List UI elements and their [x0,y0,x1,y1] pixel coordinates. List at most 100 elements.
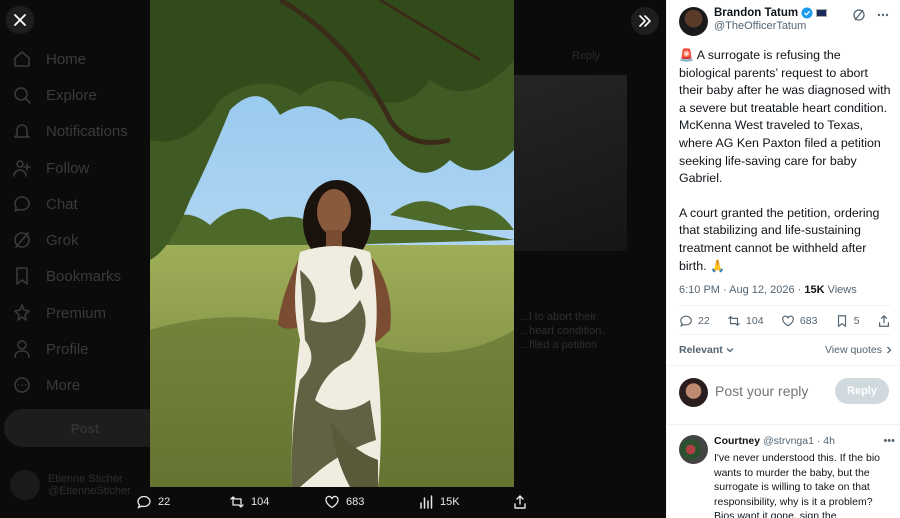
background-nav-item: Notifications [12,118,128,144]
background-nav-item: Explore [12,82,97,108]
chevron-down-icon [726,348,734,353]
close-viewer-button[interactable] [6,6,34,34]
background-nav-item: Follow [12,155,89,181]
heart-icon [782,315,794,327]
reply-avatar[interactable] [679,435,708,464]
background-nav-item: Profile [12,336,89,362]
tweet-views-count: 15K [804,284,825,296]
author-avatar[interactable] [679,7,708,36]
reply-action[interactable]: 22 [679,314,710,328]
background-nav-label: More [46,376,81,394]
repost-icon [728,316,740,326]
premium-icon [14,304,30,321]
background-nav-item: Chat [12,191,78,217]
more-options-icon[interactable] [876,8,890,22]
media-repost-count: 104 [251,496,270,508]
reply-author-handle[interactable]: @strvnga1 [763,435,814,447]
view-quotes-link[interactable]: View quotes [825,344,894,356]
background-nav-item: Premium [12,300,106,326]
grok-icon[interactable] [852,8,866,22]
chat-icon [14,196,30,212]
share-action[interactable] [877,314,891,328]
author-display-name[interactable]: Brandon Tatum [714,7,798,19]
media-like-action[interactable]: 683 [324,494,364,510]
background-nav-item: More [12,372,80,398]
tweet-text: 🚨 A surrogate is refusing the biological… [679,47,893,292]
tweet-stats: 22 104 683 5 [679,314,891,328]
like-action[interactable]: 683 [781,314,817,328]
background-post-text: ...l to abort their ...heart condition. … [520,311,605,351]
close-icon [14,14,26,26]
background-nav-label: Premium [46,304,107,322]
media-repost-action[interactable]: 104 [229,494,269,510]
share-icon [514,495,526,509]
background-photo [514,75,627,251]
media-like-count: 683 [346,496,365,508]
tweet-panel: Brandon Tatum @TheOfficerTatum 🚨 A surro… [666,0,900,518]
siren-emoji: 🚨 [679,48,694,62]
double-chevron-right-icon [639,15,651,27]
heart-icon [325,495,339,509]
reply-more-options-icon[interactable]: ••• [883,435,895,447]
repost-action[interactable]: 104 [727,314,764,328]
repost-icon [230,496,244,508]
reply-time: · 4h [816,435,835,447]
media-views-count: 15K [440,496,460,508]
reply-author-name[interactable]: Courtney [714,435,760,447]
reply-button[interactable]: Reply [835,378,889,404]
bookmark-icon [16,267,28,285]
tweet-meta: 6:10 PM · Aug 12, 2026 · 15K Views [679,284,857,296]
search-icon [14,87,31,104]
media-reply-count: 22 [158,496,171,508]
tweet-timestamp[interactable]: 6:10 PM · Aug 12, 2026 · [679,284,804,296]
reply-count: 22 [698,315,710,327]
photo-image [150,0,514,487]
view-quotes-label: View quotes [824,344,882,356]
background-nav-label: Home [46,50,87,68]
more-icon [14,377,30,393]
grok-icon [14,232,30,248]
reply-icon [680,315,692,327]
reply-composer: Reply [679,378,891,408]
share-icon [878,315,889,327]
media-share-action[interactable] [512,494,528,510]
background-nav-label: Profile [46,340,89,358]
bell-icon [14,124,30,138]
tweet-views-label: Views [824,284,857,296]
bookmark-action[interactable]: 5 [835,314,860,328]
author-handle[interactable]: @TheOfficerTatum [714,20,827,32]
media-reply-action[interactable]: 22 [136,494,170,510]
expand-panel-button[interactable] [631,7,659,35]
praying-hands-emoji: 🙏 [710,258,725,273]
reply-icon [137,495,151,509]
affiliation-badge-icon [816,9,828,17]
follow-icon [13,160,31,177]
verified-badge-icon [801,7,813,19]
profile-icon [14,340,30,358]
bookmark-icon [837,315,846,327]
post-photo[interactable] [150,0,514,487]
sort-label: Relevant [679,344,723,356]
divider [679,305,891,306]
background-nav-label: Bookmarks [46,267,122,285]
current-user-avatar [679,378,708,407]
repost-count: 104 [746,315,764,327]
background-nav-item: Home [12,46,86,72]
background-nav-label: Grok [46,231,79,249]
background-nav-label: Explore [46,86,97,104]
divider [667,424,900,425]
reply-input[interactable] [715,383,835,399]
background-reply-label: Reply [572,50,601,62]
media-action-bar: 22 104 683 15K [0,487,666,518]
home-icon [14,51,30,67]
background-nav-label: Chat [46,195,78,213]
background-nav-item: Grok [12,227,79,253]
background-nav-item: Bookmarks [12,263,121,289]
tweet-paragraph-1: A surrogate is refusing the biological p… [679,48,891,186]
divider [679,334,891,335]
reply-text: I've never understood this. If the bio w… [714,452,881,518]
background-user-name: Etienne Sticher [48,473,123,485]
sort-replies-dropdown[interactable]: Relevant [679,344,735,356]
media-views-action[interactable]: 15K [418,494,460,510]
chevron-right-icon [887,346,892,354]
